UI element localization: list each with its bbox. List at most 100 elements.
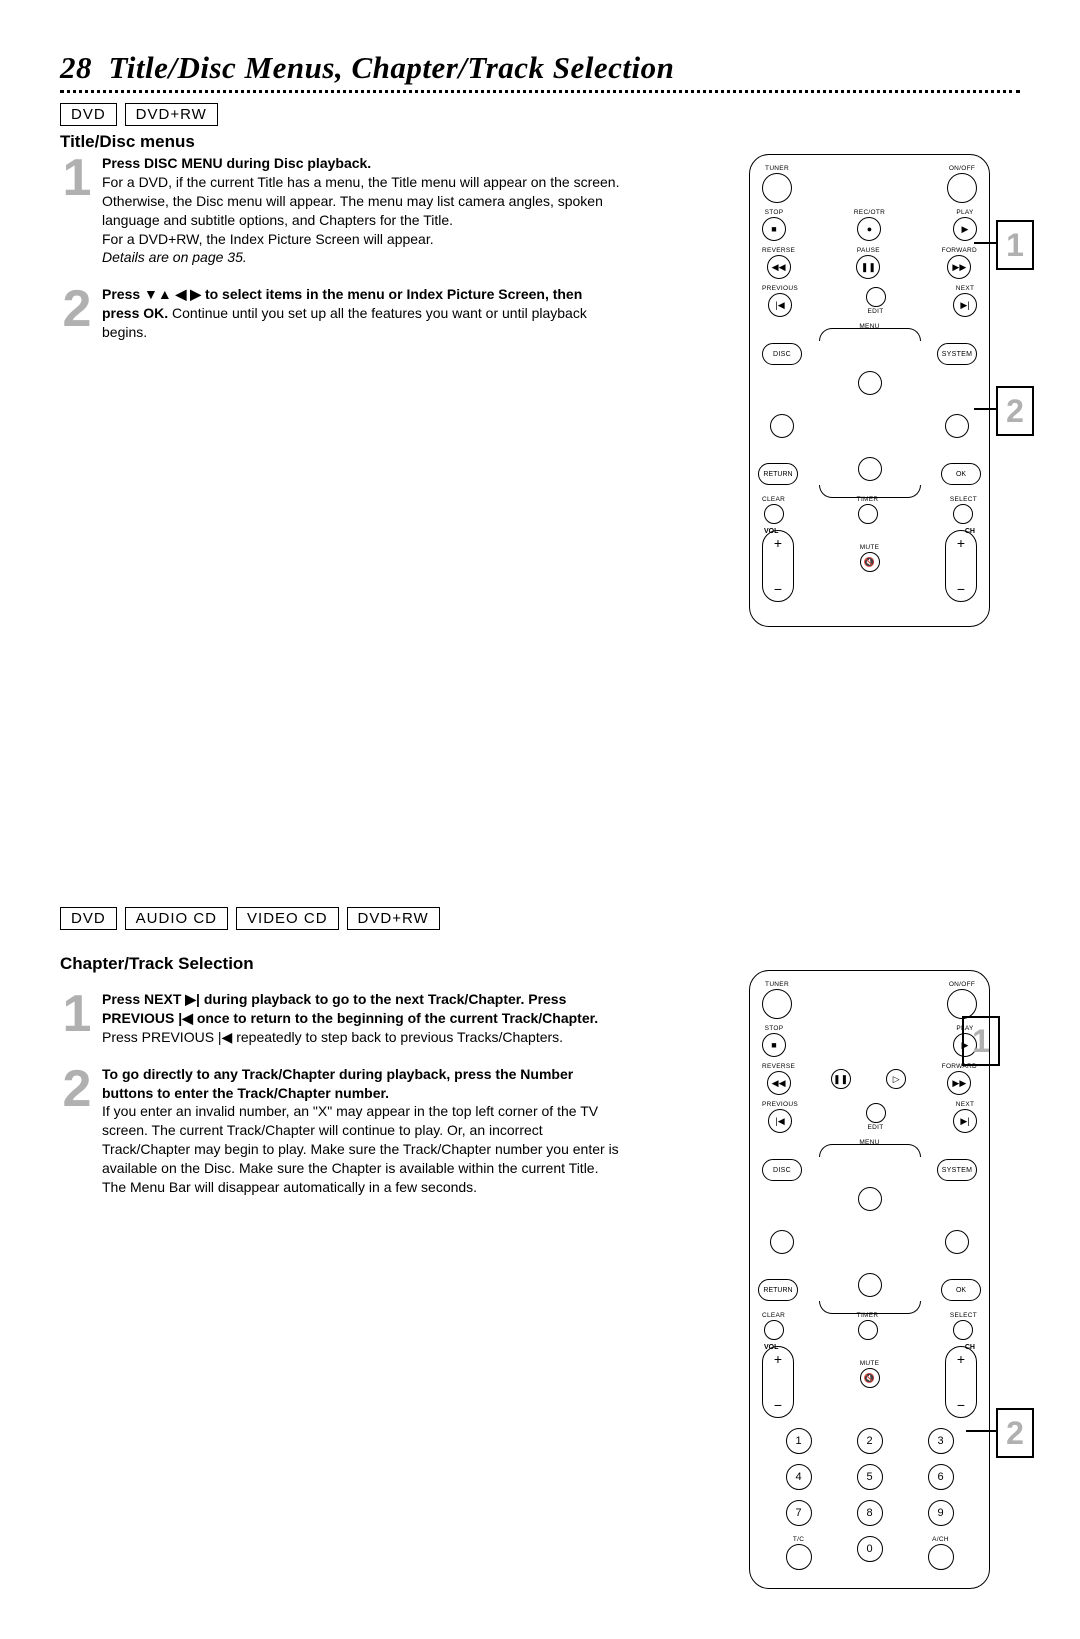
reverse-button[interactable]: ◀◀ bbox=[767, 1071, 791, 1095]
lbl-onoff: ON/OFF bbox=[949, 981, 975, 988]
dpad-right[interactable] bbox=[945, 414, 969, 438]
next-button[interactable]: ▶| bbox=[953, 293, 977, 317]
num-8[interactable]: 8 bbox=[857, 1500, 883, 1526]
tuner-button[interactable] bbox=[762, 989, 792, 1019]
lbl-edit: EDIT bbox=[867, 308, 883, 315]
s2-step2-bold: To go directly to any Track/Chapter duri… bbox=[102, 1066, 573, 1101]
title-text: Title/Disc Menus, Chapter/Track Selectio… bbox=[109, 50, 675, 85]
onoff-button[interactable] bbox=[947, 989, 977, 1019]
step-button[interactable]: ▷ bbox=[886, 1069, 906, 1089]
disc-button[interactable]: DISC bbox=[762, 1159, 802, 1181]
section1-tags: DVD DVD+RW bbox=[60, 103, 1020, 126]
lbl-vol: VOL bbox=[764, 1344, 778, 1351]
section1-step2: 2 Press ▼▲ ◀ ▶ to select items in the me… bbox=[60, 285, 620, 342]
lbl-vol: VOL bbox=[764, 528, 778, 535]
dpad-right[interactable] bbox=[945, 1230, 969, 1254]
clear-button[interactable] bbox=[764, 1320, 784, 1340]
dpad: RETURN OK bbox=[762, 1187, 977, 1297]
previous-button[interactable]: |◀ bbox=[768, 1109, 792, 1133]
num-6[interactable]: 6 bbox=[928, 1464, 954, 1490]
s2-step2-body: If you enter an invalid number, an "X" m… bbox=[102, 1103, 619, 1195]
step-number: 1 bbox=[60, 994, 94, 1036]
tc-button[interactable] bbox=[786, 1544, 812, 1570]
select-button[interactable] bbox=[953, 1320, 973, 1340]
num-0[interactable]: 0 bbox=[857, 1536, 883, 1562]
num-3[interactable]: 3 bbox=[928, 1428, 954, 1454]
lbl-mute: MUTE bbox=[860, 1360, 880, 1367]
tag-videocd: VIDEO CD bbox=[236, 907, 339, 930]
section2-step1: 1 Press NEXT ▶| during playback to go to… bbox=[60, 990, 620, 1047]
dpad-left[interactable] bbox=[770, 1230, 794, 1254]
lbl-menu: MENU bbox=[762, 323, 977, 330]
lbl-timer: TIMER bbox=[857, 1312, 879, 1319]
tag-dvdrw-2: DVD+RW bbox=[347, 907, 440, 930]
lbl-reverse: REVERSE bbox=[762, 1063, 795, 1070]
pause-button[interactable]: ❚❚ bbox=[831, 1069, 851, 1089]
num-9[interactable]: 9 bbox=[928, 1500, 954, 1526]
step1-italic: Details are on page 35. bbox=[102, 249, 247, 265]
ch-rocker[interactable]: +− bbox=[945, 1346, 977, 1418]
step-number: 2 bbox=[60, 1069, 94, 1111]
num-4[interactable]: 4 bbox=[786, 1464, 812, 1490]
forward-button[interactable]: ▶▶ bbox=[947, 255, 971, 279]
select-button[interactable] bbox=[953, 504, 973, 524]
dpad-up[interactable] bbox=[858, 371, 882, 395]
num-7[interactable]: 7 bbox=[786, 1500, 812, 1526]
lbl-previous: PREVIOUS bbox=[762, 285, 798, 292]
s2-step1-body: Press PREVIOUS |◀ repeatedly to step bac… bbox=[102, 1029, 563, 1045]
stop-button[interactable]: ■ bbox=[762, 1033, 786, 1057]
lbl-ch: CH bbox=[965, 1344, 975, 1351]
timer-button[interactable] bbox=[858, 1320, 878, 1340]
vol-rocker[interactable]: +− bbox=[762, 530, 794, 602]
return-button[interactable]: RETURN bbox=[758, 1279, 798, 1301]
ok-button[interactable]: OK bbox=[941, 1279, 981, 1301]
ach-button[interactable] bbox=[928, 1544, 954, 1570]
num-1[interactable]: 1 bbox=[786, 1428, 812, 1454]
timer-button[interactable] bbox=[858, 504, 878, 524]
pause-button[interactable]: ❚❚ bbox=[856, 255, 880, 279]
lbl-reverse: REVERSE bbox=[762, 247, 795, 254]
title-divider bbox=[60, 90, 1020, 93]
tag-audiocd: AUDIO CD bbox=[125, 907, 228, 930]
edit-button[interactable] bbox=[866, 1103, 886, 1123]
lbl-next: NEXT bbox=[956, 285, 975, 292]
stop-button[interactable]: ■ bbox=[762, 217, 786, 241]
vol-rocker[interactable]: +− bbox=[762, 1346, 794, 1418]
mute-button[interactable]: 🔇 bbox=[860, 552, 880, 572]
disc-button[interactable]: DISC bbox=[762, 343, 802, 365]
tuner-button[interactable] bbox=[762, 173, 792, 203]
dpad-up[interactable] bbox=[858, 1187, 882, 1211]
callout-2b: 2 bbox=[996, 1408, 1034, 1458]
ch-rocker[interactable]: +− bbox=[945, 530, 977, 602]
dpad-left[interactable] bbox=[770, 414, 794, 438]
lbl-stop: STOP bbox=[765, 209, 784, 216]
lbl-next: NEXT bbox=[956, 1101, 975, 1108]
reverse-button[interactable]: ◀◀ bbox=[767, 255, 791, 279]
dpad-down[interactable] bbox=[858, 457, 882, 481]
edit-button[interactable] bbox=[866, 287, 886, 307]
step-number: 1 bbox=[60, 158, 94, 200]
dpad-down[interactable] bbox=[858, 1273, 882, 1297]
page-number: 28 bbox=[60, 50, 92, 85]
onoff-button[interactable] bbox=[947, 173, 977, 203]
lbl-mute: MUTE bbox=[860, 544, 880, 551]
clear-button[interactable] bbox=[764, 504, 784, 524]
lbl-previous: PREVIOUS bbox=[762, 1101, 798, 1108]
forward-button[interactable]: ▶▶ bbox=[947, 1071, 971, 1095]
ok-button[interactable]: OK bbox=[941, 463, 981, 485]
rec-button[interactable]: ● bbox=[857, 217, 881, 241]
s2-step1-bold: Press NEXT ▶| during playback to go to t… bbox=[102, 991, 598, 1026]
play-button[interactable]: ▶ bbox=[953, 217, 977, 241]
step1-body1: For a DVD, if the current Title has a me… bbox=[102, 174, 619, 228]
next-button[interactable]: ▶| bbox=[953, 1109, 977, 1133]
previous-button[interactable]: |◀ bbox=[768, 293, 792, 317]
num-5[interactable]: 5 bbox=[857, 1464, 883, 1490]
mute-button[interactable]: 🔇 bbox=[860, 1368, 880, 1388]
num-2[interactable]: 2 bbox=[857, 1428, 883, 1454]
step1-bold: Press DISC MENU during Disc playback. bbox=[102, 155, 371, 171]
system-button[interactable]: SYSTEM bbox=[937, 1159, 977, 1181]
tag-dvd: DVD bbox=[60, 103, 117, 126]
system-button[interactable]: SYSTEM bbox=[937, 343, 977, 365]
lbl-recotr: REC/OTR bbox=[854, 209, 885, 216]
return-button[interactable]: RETURN bbox=[758, 463, 798, 485]
